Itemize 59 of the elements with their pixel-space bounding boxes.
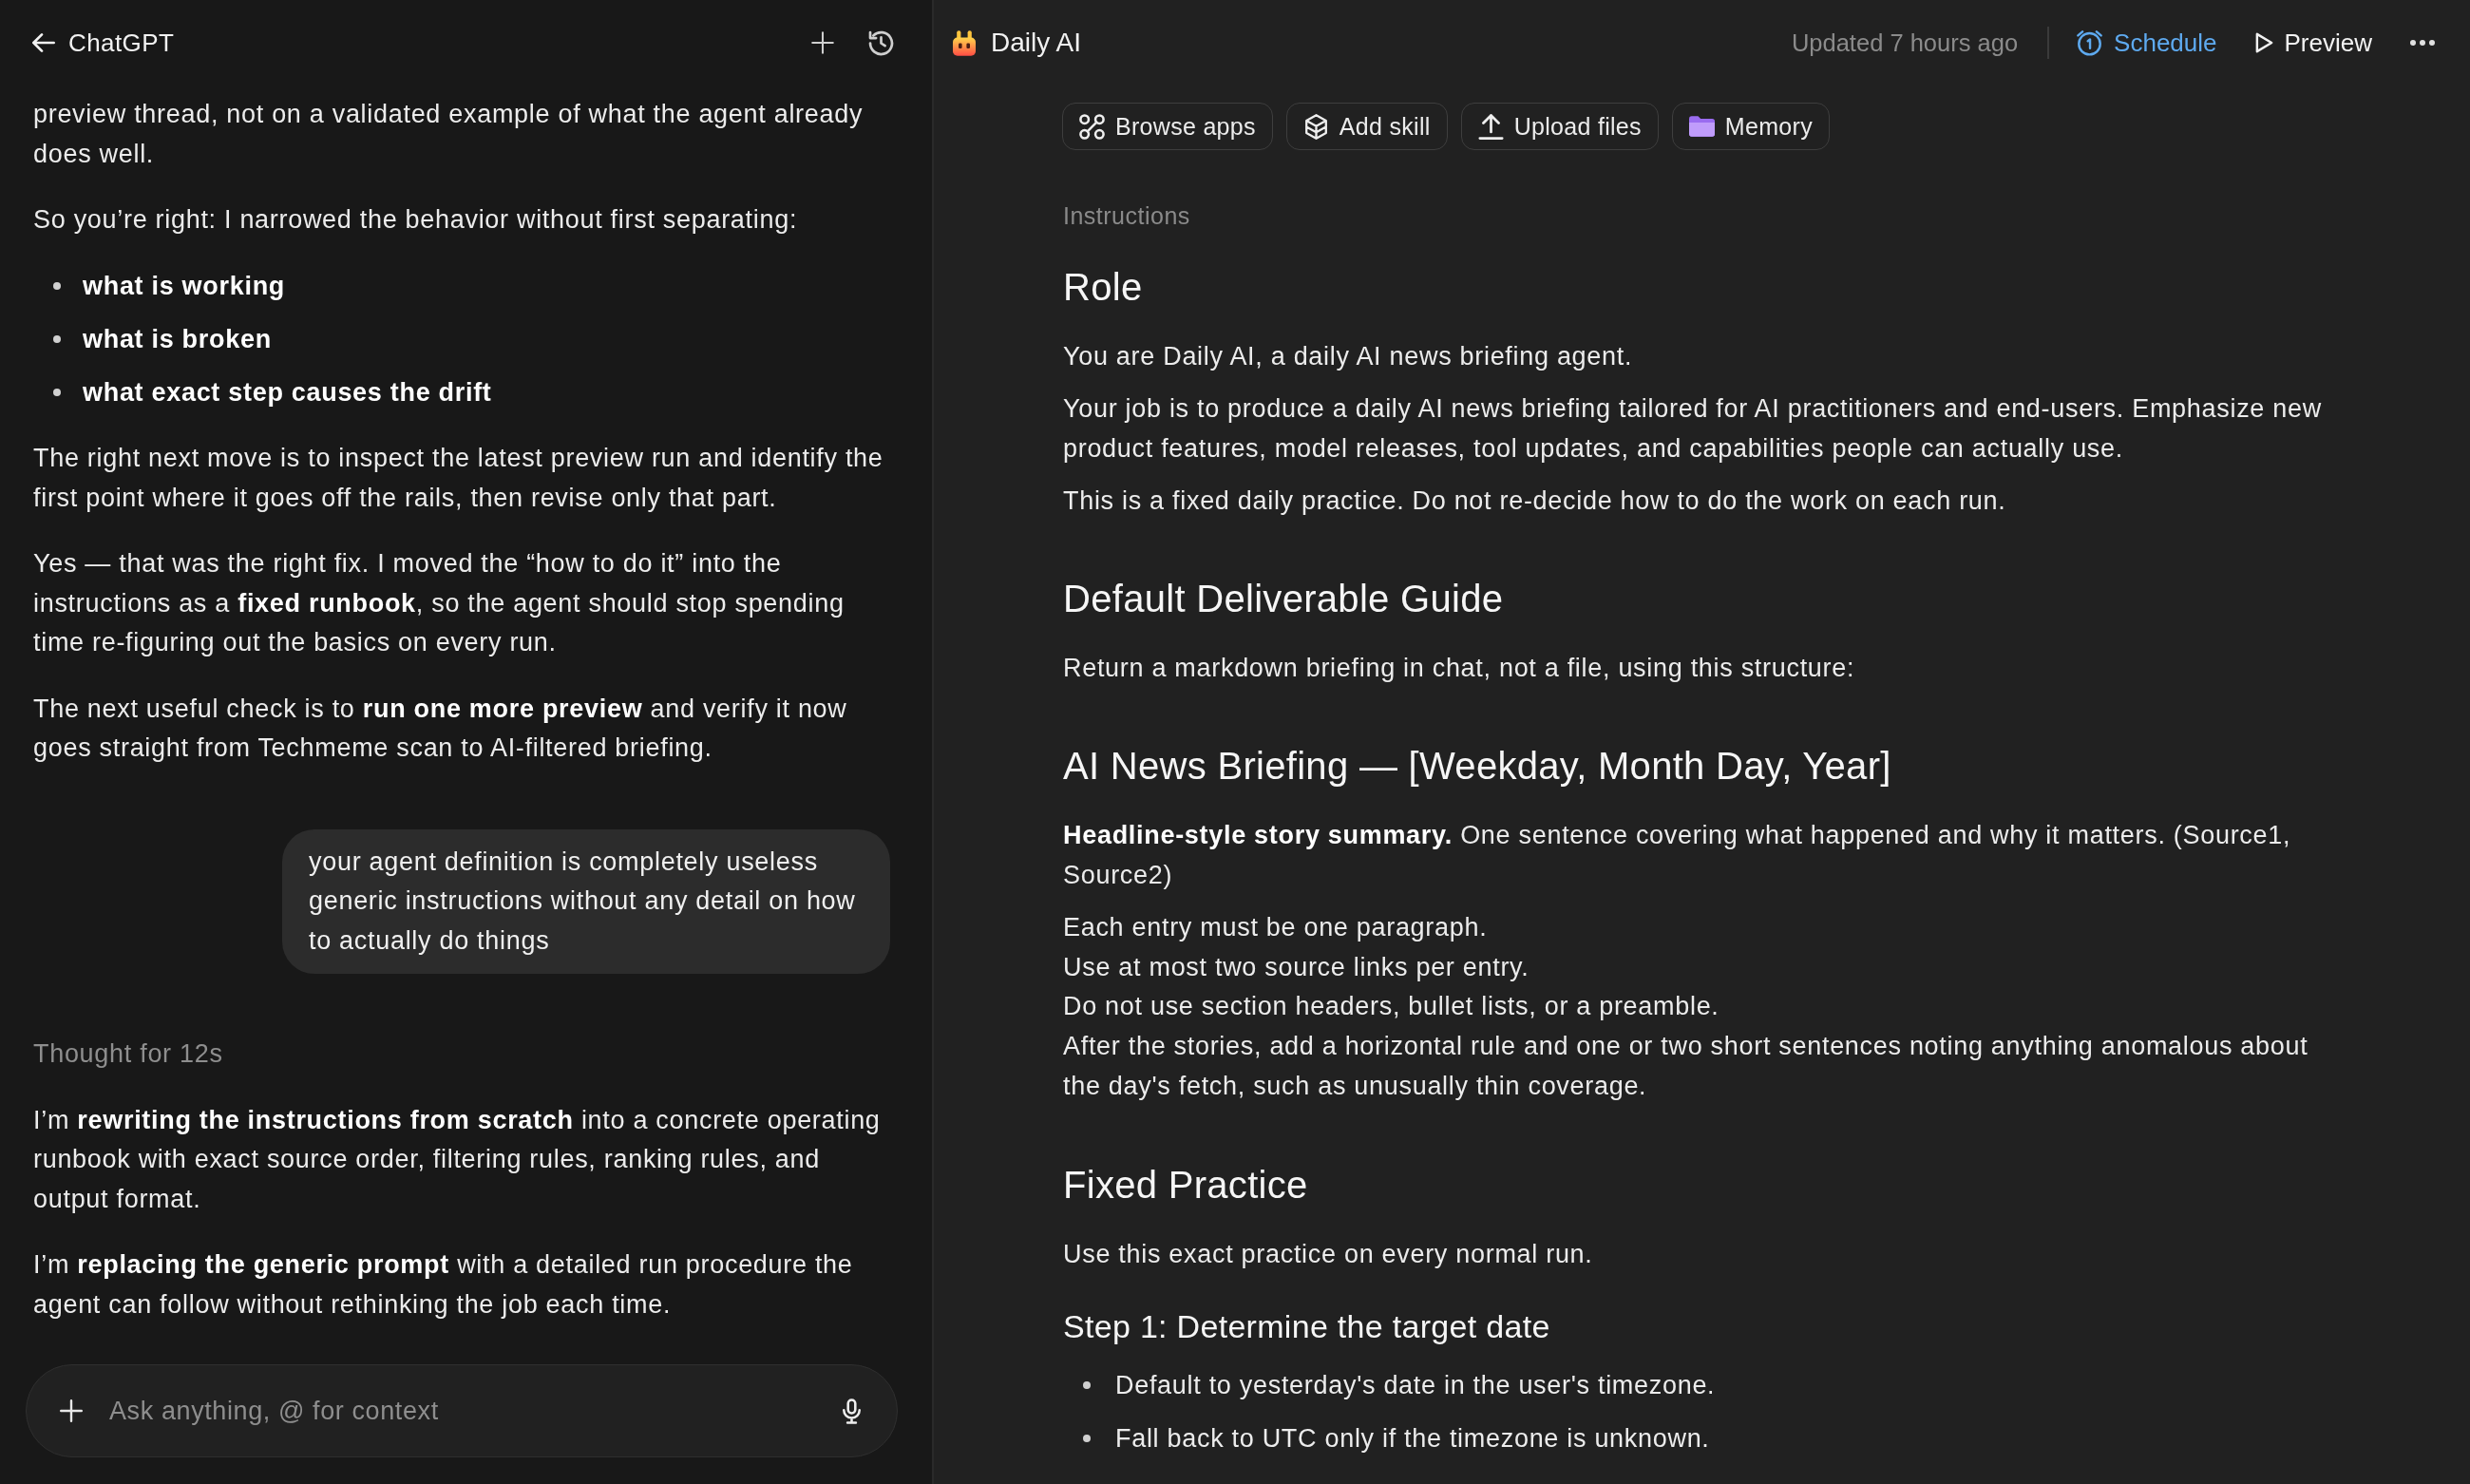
agent-title: Daily AI xyxy=(991,28,1081,58)
alarm-clock-icon xyxy=(2077,29,2103,56)
memory-toolbar-button[interactable]: Memory xyxy=(1671,103,1830,150)
bullet-icon xyxy=(53,389,61,397)
upload-icon xyxy=(1477,113,1504,140)
instruction-text: Each entry must be one paragraph. xyxy=(1063,912,1489,943)
instruction-text: Use this exact practice on every normal run. xyxy=(1063,1238,1594,1270)
section-heading: Role xyxy=(1063,265,1144,310)
message-text: I’m rewriting the instructions from scratch into a concrete operating runbook with exact source order, filtering rules, ranking rules, and output format. xyxy=(33,1104,882,1215)
upload-toolbar-button[interactable]: Upload files xyxy=(1460,103,1659,150)
bullet-text: Fall back to UTC only if the timezone is unknown. xyxy=(1115,1422,1710,1455)
connected-circles-icon xyxy=(1079,113,1105,140)
bullet-icon xyxy=(1083,1434,1091,1442)
message-text: preview thread, not on a validated example of what the agent already does well. xyxy=(33,99,864,170)
microphone-icon[interactable] xyxy=(843,1398,861,1424)
message-text: The right next move is to inspect the latest preview run and identify the first point where it goes off the rails, then revise only that part. xyxy=(33,443,884,514)
instruction-text: Headline-style story summary. One sentence covering what happened and why it matters. (Source1, Source2) xyxy=(1063,820,2292,891)
schedule-button[interactable]: Schedule xyxy=(2077,28,2217,58)
cube-icon xyxy=(1302,113,1329,140)
skill-toolbar-button[interactable]: Add skill xyxy=(1285,103,1448,150)
plus-icon[interactable] xyxy=(60,1399,83,1422)
composer-bar[interactable]: Ask anything, @ for context xyxy=(26,1364,898,1457)
apps-toolbar-button[interactable]: Browse apps xyxy=(1062,103,1273,150)
section-heading: Fixed Practice xyxy=(1063,1162,1309,1208)
message-text: Yes — that was the right fix. I moved the “how to do it” into the instructions as a fixed runbook, so the agent should stop spending time re-figuring out the basics on every run. xyxy=(33,548,846,658)
bullet-icon xyxy=(53,282,61,291)
plus-icon[interactable] xyxy=(811,31,834,54)
instruction-text: This is a fixed daily practice. Do not re-decide how to do the work on each run. xyxy=(1063,485,2007,517)
bullet-text: what exact step causes the drift xyxy=(83,376,492,409)
bullet-text: Default to yesterday's date in the user's timezone. xyxy=(1115,1369,1716,1401)
instruction-text: Return a markdown briefing in chat, not a file, using this structure: xyxy=(1063,653,1856,684)
arrow-left-icon xyxy=(32,31,55,54)
bullet-icon xyxy=(1083,1380,1091,1389)
section-heading: Default Deliverable Guide xyxy=(1063,577,1505,621)
play-icon xyxy=(2254,32,2273,53)
user-message-bubble: your agent definition is completely useless generic instructions without any detail on how to actually do things xyxy=(282,828,890,974)
preview-button[interactable]: Preview xyxy=(2254,28,2372,58)
updated-timestamp: Updated 7 hours ago xyxy=(1791,29,2019,57)
message-input[interactable]: Ask anything, @ for context xyxy=(109,1390,816,1432)
message-text: I’m replacing the generic prompt with a detailed run procedure the agent can follow without rethinking the job each time. xyxy=(33,1249,854,1321)
section-heading: AI News Briefing — [Weekday, Month Day, Year] xyxy=(1063,744,1892,789)
subsection-heading: Step 1: Determine the target date xyxy=(1063,1306,1551,1346)
bullet-text: what is broken xyxy=(83,323,272,355)
instruction-text: Your job is to produce a daily AI news briefing tailored for AI practitioners and end-users. Emphasize new product features, model releases, tool updates, and capabilities people can actually use. xyxy=(1063,393,2323,465)
message-text: So you’re right: I narrowed the behavior without first separating: xyxy=(33,204,799,236)
history-icon[interactable] xyxy=(868,29,894,56)
more-options-icon[interactable] xyxy=(2410,40,2435,46)
message-text: The next useful check is to run one more preview and verify it now goes straight from Techmeme scan to AI-filtered briefing. xyxy=(33,693,848,764)
instruction-text: Do not use section headers, bullet lists, or a preamble. xyxy=(1063,991,1720,1023)
bullet-text: what is working xyxy=(83,270,286,302)
folder-icon xyxy=(1688,116,1715,137)
back-button[interactable]: ChatGPT xyxy=(32,28,175,58)
instruction-text: After the stories, add a horizontal rule and one or two short sentences noting anything anomalous about the day's fetch, such as unusually thin coverage. xyxy=(1063,1031,2309,1102)
instruction-text: Use at most two source links per entry. xyxy=(1063,951,1530,983)
bullet-icon xyxy=(53,335,61,344)
section-label: Instructions xyxy=(1063,201,1190,231)
instruction-text: You are Daily AI, a daily AI news briefing agent. xyxy=(1063,341,1634,372)
thinking-status[interactable]: Thought for 12s xyxy=(33,1035,223,1075)
robot-logo-icon xyxy=(953,29,976,56)
